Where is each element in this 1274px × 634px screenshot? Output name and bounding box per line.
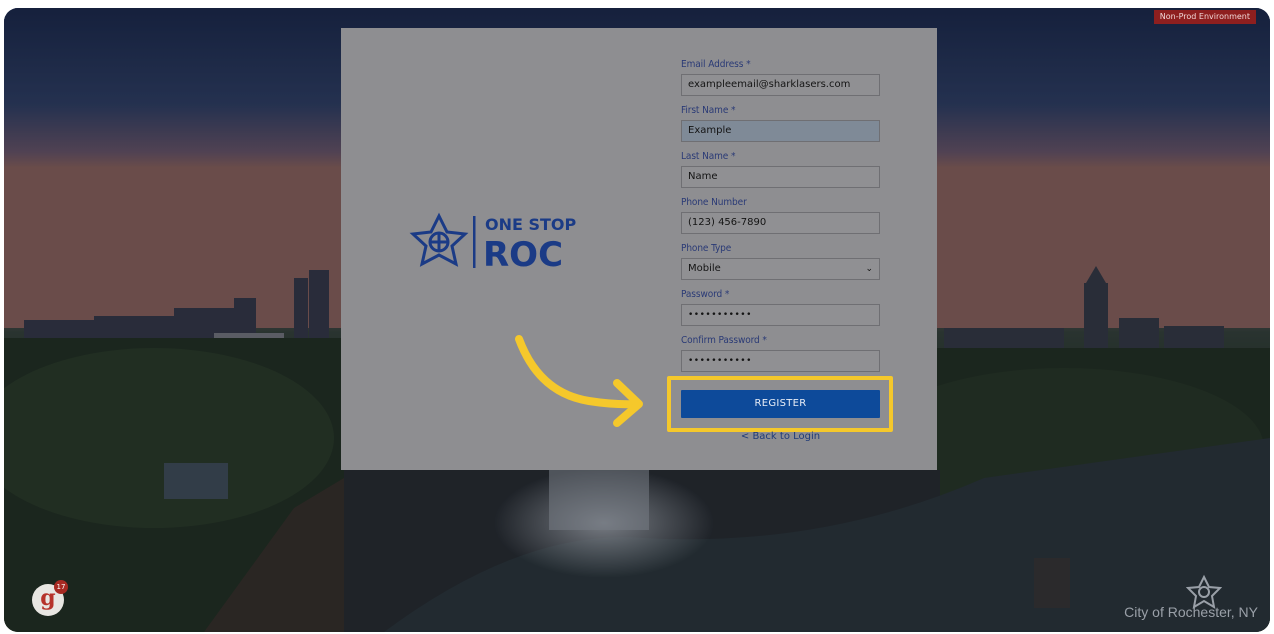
last-name-label: Last Name * bbox=[681, 151, 736, 162]
phone-type-value: Mobile bbox=[688, 263, 721, 274]
back-to-login-link[interactable]: < Back to Login bbox=[681, 431, 880, 442]
password-label: Password * bbox=[681, 289, 730, 300]
environment-badge: Non-Prod Environment bbox=[1153, 10, 1256, 24]
background-photo: Non-Prod Environment ONE STOP ROC Email … bbox=[4, 8, 1270, 632]
registration-form: Email Address * exampleemail@sharklasers… bbox=[681, 58, 880, 380]
notification-count: 17 bbox=[54, 580, 68, 594]
phone-number-label: Phone Number bbox=[681, 197, 747, 208]
password-field[interactable]: ••••••••••• bbox=[681, 304, 880, 326]
email-field[interactable]: exampleemail@sharklasers.com bbox=[681, 74, 880, 96]
city-of-rochester-label: City of Rochester, NY bbox=[1124, 604, 1258, 620]
phone-type-label: Phone Type bbox=[681, 243, 732, 254]
last-name-field[interactable]: Name bbox=[681, 166, 880, 188]
first-name-field[interactable]: Example bbox=[681, 120, 880, 142]
notification-badge[interactable]: g 17 bbox=[32, 580, 68, 616]
logo-line1: ONE STOP bbox=[485, 215, 577, 234]
phone-type-select[interactable]: Mobile ⌄ bbox=[681, 258, 880, 280]
logo-line2: ROC bbox=[483, 235, 563, 274]
confirm-password-label: Confirm Password * bbox=[681, 335, 767, 346]
register-button[interactable]: REGISTER bbox=[681, 390, 880, 418]
first-name-label: First Name * bbox=[681, 105, 736, 116]
curved-arrow-icon bbox=[515, 335, 643, 427]
confirm-password-field[interactable]: ••••••••••• bbox=[681, 350, 880, 372]
chevron-down-icon: ⌄ bbox=[865, 264, 873, 274]
rochester-flower-icon bbox=[409, 212, 469, 267]
one-stop-roc-logo: ONE STOP ROC bbox=[409, 210, 591, 274]
phone-number-field[interactable]: (123) 456-7890 bbox=[681, 212, 880, 234]
email-label: Email Address * bbox=[681, 59, 751, 70]
